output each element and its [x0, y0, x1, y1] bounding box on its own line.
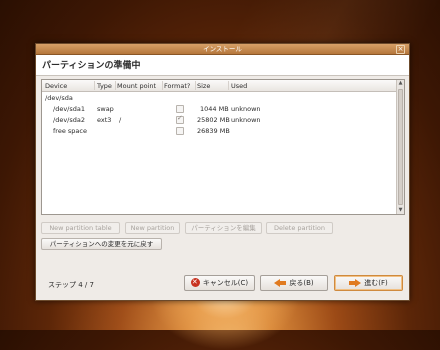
revert-changes-button[interactable]: パーティションへの変更を元に戻す [41, 238, 162, 250]
partition-table[interactable]: Device Type Mount point Format? Size Use… [41, 79, 405, 215]
table-row[interactable]: /dev/sda [42, 92, 398, 103]
column-header-used[interactable]: Used [231, 82, 247, 90]
table-row[interactable]: /dev/sda1 swap 1044 MB unknown [42, 103, 398, 114]
delete-partition-button[interactable]: Delete partition [266, 222, 333, 234]
scroll-down-icon[interactable]: ▼ [397, 207, 404, 214]
column-separator [162, 81, 163, 90]
back-button[interactable]: 戻る(B) [260, 275, 328, 291]
cell-type: ext3 [97, 116, 112, 124]
forward-label: 進む(F) [364, 279, 388, 287]
column-header-format[interactable]: Format? [164, 82, 190, 90]
page-title: パーティションの準備中 [42, 61, 141, 71]
window-title: インストール [203, 45, 242, 53]
cell-size: 26839 MB [197, 127, 230, 135]
format-checkbox[interactable] [176, 114, 184, 124]
cancel-button[interactable]: キャンセル(C) [184, 275, 255, 291]
scroll-up-icon[interactable]: ▲ [397, 80, 404, 87]
close-icon[interactable]: × [396, 45, 405, 54]
window-titlebar[interactable]: インストール × [36, 44, 409, 55]
new-partition-button[interactable]: New partition [125, 222, 180, 234]
scrollbar-thumb[interactable] [398, 89, 403, 205]
cell-size: 1044 MB [200, 105, 229, 113]
cell-type: swap [97, 105, 114, 113]
cell-device: /dev/sda1 [53, 105, 85, 113]
back-label: 戻る(B) [289, 279, 314, 287]
cell-mount-point: / [119, 116, 122, 124]
format-checkbox[interactable] [176, 105, 184, 113]
installer-window: インストール × パーティションの準備中 Device Type Mount p… [35, 43, 410, 301]
column-separator [115, 81, 116, 90]
cancel-icon [190, 277, 200, 287]
table-row[interactable]: free space 26839 MB [42, 125, 398, 136]
new-partition-table-button[interactable]: New partition table [41, 222, 120, 234]
cell-size: 25802 MB [197, 116, 230, 124]
table-scrollbar[interactable]: ▲ ▼ [396, 80, 404, 214]
column-separator [195, 81, 196, 90]
table-header: Device Type Mount point Format? Size Use… [42, 80, 398, 92]
edit-partition-button[interactable]: パーティションを編集 [185, 222, 262, 234]
column-header-device[interactable]: Device [45, 82, 67, 90]
cell-used: unknown [231, 116, 261, 124]
forward-button[interactable]: 進む(F) [334, 275, 403, 291]
back-arrow-icon [274, 279, 287, 287]
cancel-label: キャンセル(C) [202, 279, 249, 287]
cell-device: /dev/sda [45, 94, 73, 102]
cell-device: /dev/sda2 [53, 116, 85, 124]
column-separator [94, 81, 95, 90]
step-indicator: ステップ 4 / 7 [48, 281, 94, 289]
column-header-size[interactable]: Size [197, 82, 210, 90]
table-row[interactable]: /dev/sda2 ext3 / 25802 MB unknown [42, 114, 398, 125]
cell-used: unknown [231, 105, 261, 113]
forward-arrow-icon [349, 279, 362, 287]
column-header-mount-point[interactable]: Mount point [117, 82, 156, 90]
cell-device: free space [53, 127, 87, 135]
column-separator [228, 81, 229, 90]
format-checkbox[interactable] [176, 127, 184, 135]
column-header-type[interactable]: Type [97, 82, 112, 90]
